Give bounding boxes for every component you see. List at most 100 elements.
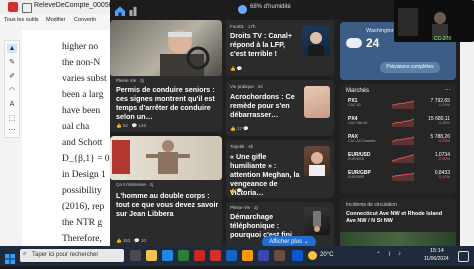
weather-chip-icon <box>238 5 247 14</box>
like-icon[interactable]: 👍 <box>230 188 236 193</box>
news-source: Vie pratique · 2s <box>230 84 263 89</box>
market-row[interactable]: PX4 CAC Mid 60 15 680,11 -0,48% <box>344 116 452 128</box>
like-icon[interactable]: 👍 <box>116 238 122 243</box>
news-title[interactable]: Démarchage téléphonique : pourquoi c'est… <box>230 212 302 239</box>
app-icon[interactable] <box>274 250 285 261</box>
traffic-headline[interactable]: Connecticut Ave NW et Rhode Island Ave N… <box>346 211 450 225</box>
word-icon[interactable] <box>226 250 237 261</box>
firefox-icon[interactable] <box>242 250 253 261</box>
pdf-tool-column: ▲ ✎ ✐ ◠ A ⬚ ⋯ <box>4 40 20 138</box>
draw-tool-icon[interactable]: ◠ <box>7 86 17 95</box>
webcam-overlay: CC-270 <box>394 0 474 42</box>
menu-convert[interactable]: Convertir <box>74 17 96 23</box>
pdf-text-line: possibility <box>62 186 102 196</box>
notifications-icon[interactable] <box>458 251 469 262</box>
tray-chevron-icon[interactable]: ⌃ <box>376 251 381 258</box>
excel-icon[interactable] <box>178 250 189 261</box>
powerpoint-icon[interactable] <box>194 250 205 261</box>
traffic-widget[interactable]: Incidents de circulation Connecticut Ave… <box>340 198 456 248</box>
market-row[interactable]: PX1 CAC 40 7 792,65 -0,19% <box>344 98 452 110</box>
like-count: 17 <box>236 126 242 131</box>
stamp-tool-icon[interactable]: ⬚ <box>7 114 17 123</box>
news-image <box>110 20 222 76</box>
select-tool-icon[interactable]: ▲ <box>7 44 17 53</box>
pdf-text-line: have been <box>62 106 101 116</box>
outlook-icon[interactable] <box>292 250 303 261</box>
chevron-down-icon: ⌄ <box>303 239 309 245</box>
pdf-text-line: varies subst <box>62 74 107 84</box>
file-explorer-icon[interactable] <box>146 250 157 261</box>
news-title[interactable]: L'homme au double corps : tout ce que vo… <box>116 191 220 218</box>
pdf-text-line: and Schott <box>62 138 103 148</box>
pdf-app-icon <box>8 2 18 12</box>
show-more-label: Afficher plus <box>269 239 303 245</box>
comment-icon[interactable]: 💬 <box>134 238 140 243</box>
edge-icon[interactable] <box>162 250 173 261</box>
home-icon[interactable] <box>114 4 126 16</box>
volume-icon[interactable]: ♪ <box>398 251 401 257</box>
news-card[interactable]: Tarjetik · 4h « Une gifle humiliante » :… <box>226 140 334 198</box>
comment-icon[interactable]: 💬 <box>237 188 243 193</box>
like-count: 152 <box>122 238 131 243</box>
like-icon[interactable]: 👍 <box>116 123 122 128</box>
acrobat-icon[interactable] <box>210 250 221 261</box>
news-card[interactable]: Vie pratique · 2s Acrochordons : Ce remè… <box>226 80 334 136</box>
news-image <box>304 146 330 176</box>
news-image <box>302 26 330 56</box>
news-card[interactable]: Foot01 · 17h Droits TV : Canal+ répond à… <box>226 20 334 76</box>
weather-taskbar-icon[interactable] <box>308 251 317 260</box>
news-image <box>110 136 222 180</box>
markets-title: Marchés <box>346 88 370 94</box>
home-icon[interactable] <box>22 3 32 13</box>
taskbar-search[interactable]: ⌕ Taper ici pour rechercher <box>20 249 124 262</box>
like-icon[interactable]: 👍 <box>230 66 236 71</box>
pdf-text-line: the NTR g <box>62 218 103 228</box>
like-icon[interactable]: 👍 <box>230 126 236 131</box>
markets-widget[interactable]: Marchés ⋯ PX1 CAC 40 7 792,65 -0,19% PX4… <box>340 84 456 194</box>
taskbar-date[interactable]: 11/06/2024 <box>424 256 449 262</box>
market-row[interactable]: PAX CAC All-Tradable 5 788,26 -0,29% <box>344 134 452 146</box>
comment-icon[interactable]: 💬 <box>237 66 243 71</box>
taskbar-time[interactable]: 15:14 <box>430 248 444 254</box>
menu-edit[interactable]: Modifier <box>46 17 66 23</box>
forecast-button[interactable]: Prévisions complètes <box>380 62 440 73</box>
task-view-icon[interactable] <box>130 250 141 261</box>
search-placeholder: Taper ici pour rechercher <box>32 252 99 258</box>
news-source: Ça m'intéresse · 2j <box>116 182 154 187</box>
news-title[interactable]: Droits TV : Canal+ répond à la LFP, c'es… <box>230 31 298 58</box>
apps-icon[interactable] <box>128 4 140 16</box>
market-change: -0,30% <box>437 157 450 161</box>
start-icon[interactable] <box>5 251 15 264</box>
market-row[interactable]: EUR/USD EUR/USD 1,0734 -0,30% <box>344 152 452 164</box>
comment-count: 146 <box>138 123 147 128</box>
network-icon[interactable]: ⌇ <box>388 251 391 258</box>
highlight-tool-icon[interactable]: ✐ <box>7 72 17 81</box>
news-title[interactable]: Acrochordons : Ce remède pour s'en débar… <box>230 92 300 119</box>
weather-location: Washington <box>366 28 395 34</box>
menu-all-tools[interactable]: Tous les outils <box>4 17 39 23</box>
news-card[interactable]: Ça m'intéresse · 2j L'homme au double co… <box>110 136 222 248</box>
news-stats: 👍 152 💬 10 <box>116 238 146 244</box>
pdf-page: higher no the non-N varies subst been a … <box>22 30 121 246</box>
humidity-chip: 68% d'humidité <box>250 4 291 10</box>
news-image <box>304 86 330 118</box>
comment-icon[interactable]: 💬 <box>132 123 138 128</box>
market-row[interactable]: EUR/GBP EUR/GBP 0,8433 -0,10% <box>344 170 452 182</box>
cloud-icon <box>346 38 362 48</box>
traffic-title: Incidents de circulation <box>346 202 397 208</box>
news-title[interactable]: Permis de conduire seniors : ces signes … <box>116 85 220 121</box>
pdf-right-gutter <box>460 14 474 246</box>
more-tools-icon[interactable]: ⋯ <box>7 126 17 135</box>
weather-temp: 24 <box>366 36 380 50</box>
news-stats: 👍 17 💬 <box>230 126 249 132</box>
market-subtitle: EUR/USD <box>348 157 365 161</box>
news-actions: 👍 💬 <box>230 66 242 72</box>
news-card[interactable]: Pleine Vie · 2j Permis de conduire senio… <box>110 20 222 132</box>
text-tool-icon[interactable]: A <box>7 100 17 109</box>
taskbar-temp[interactable]: 20°C <box>320 252 333 258</box>
comment-icon[interactable]: 💬 <box>243 126 249 131</box>
more-options-icon[interactable]: ⋯ <box>444 86 451 94</box>
comment-tool-icon[interactable]: ✎ <box>7 58 17 67</box>
teams-icon[interactable] <box>258 250 269 261</box>
pdf-text-line: been a larg <box>62 90 104 100</box>
